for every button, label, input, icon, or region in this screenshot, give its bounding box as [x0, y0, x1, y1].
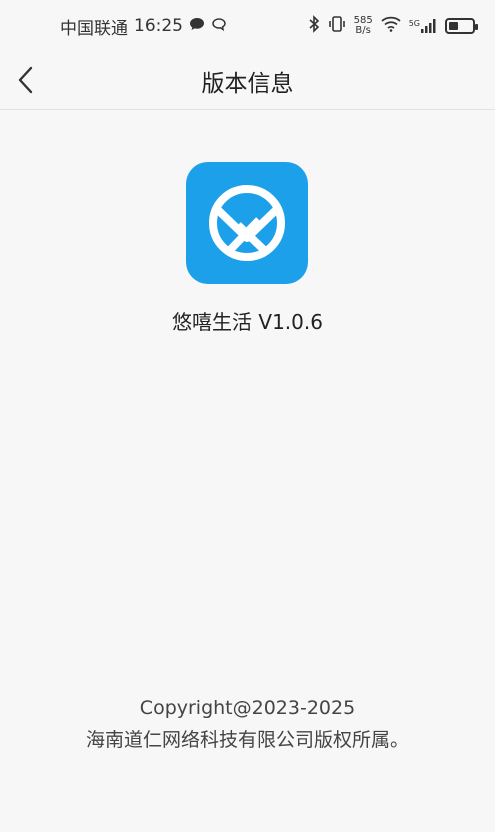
chevron-left-icon	[18, 66, 33, 94]
cell-signal-icon: 5G	[409, 19, 437, 33]
message-icon	[211, 16, 227, 36]
vibrate-icon	[328, 15, 346, 37]
app-name-version: 悠嘻生活 V1.0.6	[172, 310, 323, 334]
battery-icon	[445, 18, 478, 34]
status-bar: 中国联通 16:25 585 B/s 5G	[0, 0, 495, 52]
status-right: 585 B/s 5G	[308, 15, 478, 37]
chat-bubble-icon	[189, 16, 205, 36]
page-title: 版本信息	[201, 70, 294, 97]
app-logo-icon	[186, 162, 308, 284]
company-text: 海南道仁网络科技有限公司版权所属。	[85, 729, 409, 751]
status-left: 中国联通 16:25	[60, 14, 227, 39]
network-speed: 585 B/s	[354, 16, 373, 36]
battery-level	[449, 22, 458, 30]
bluetooth-icon	[308, 15, 320, 37]
back-button[interactable]	[8, 62, 44, 98]
copyright-text: Copyright@2023-2025	[139, 697, 356, 719]
carrier-label: 中国联通	[60, 18, 128, 39]
wifi-icon	[381, 16, 401, 36]
network-speed-unit: B/s	[355, 25, 371, 36]
nav-bar: 版本信息	[0, 52, 495, 110]
signal-type-label: 5G	[408, 19, 420, 28]
footer: Copyright@2023-2025 海南道仁网络科技有限公司版权所属。	[0, 692, 495, 756]
time-label: 16:25	[134, 16, 183, 36]
